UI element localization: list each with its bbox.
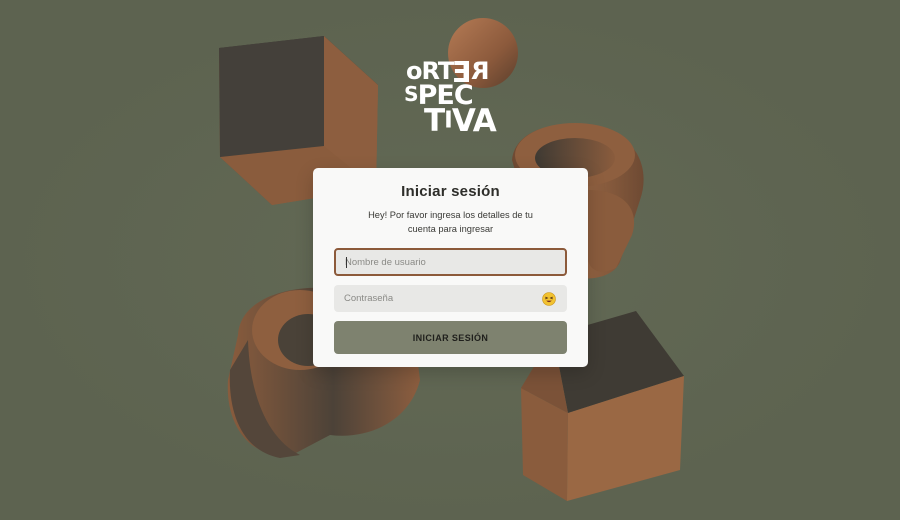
username-input[interactable] (345, 250, 535, 274)
text-caret (346, 257, 347, 268)
password-field[interactable] (334, 285, 567, 312)
login-subtitle: Hey! Por favor ingresa los detalles de t… (368, 210, 533, 234)
login-card: Iniciar sesión Hey! Por favor ingresa lo… (313, 168, 588, 367)
login-submit-button[interactable]: INICIAR SESIÓN (334, 321, 567, 354)
login-title: Iniciar sesión (401, 183, 500, 200)
brand-logo: oRTER SPEC TIVA (402, 55, 498, 140)
password-input[interactable] (344, 286, 534, 311)
emoji-face-eye-toggle-icon[interactable] (542, 292, 556, 306)
username-field[interactable] (334, 248, 567, 276)
logo-line-3: TIVA (424, 103, 497, 139)
